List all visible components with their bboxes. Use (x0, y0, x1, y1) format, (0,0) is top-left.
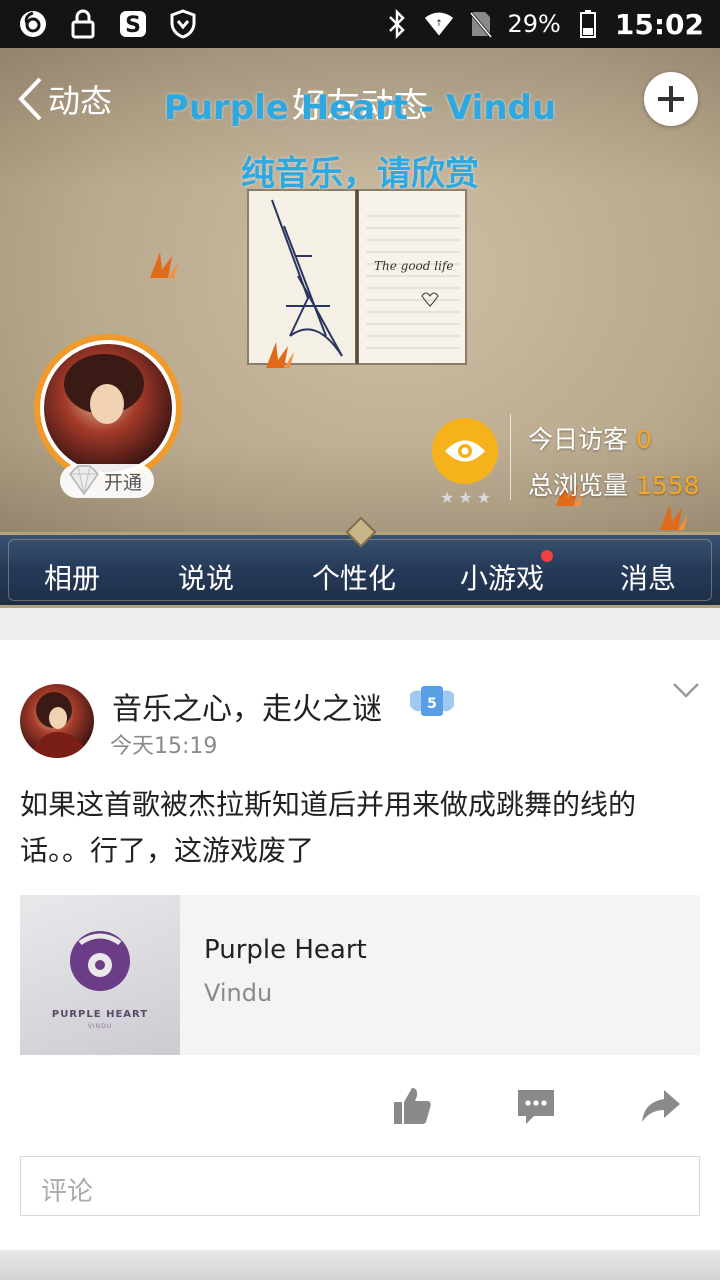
status-bar-left: S (18, 9, 198, 39)
tab-messages[interactable]: 消息 (620, 557, 676, 597)
music-artist: Vindu (204, 979, 273, 1007)
tab-album[interactable]: 相册 (44, 557, 100, 597)
visitors-today-label: 今日访客 (528, 425, 629, 454)
leaf-decoration (660, 504, 688, 530)
bluetooth-icon (382, 9, 412, 39)
shield-icon (168, 9, 198, 39)
visitors-today-value: 0 (635, 425, 652, 454)
no-sim-icon (466, 9, 496, 39)
visitor-button[interactable] (432, 418, 498, 484)
notification-dot (541, 550, 553, 562)
section-gap (0, 608, 720, 640)
eye-icon (445, 440, 485, 462)
notebook-text: The good life (374, 259, 454, 273)
post-text: 如果这首歌被杰拉斯知道后并用来做成跳舞的线的话。。行了，这游戏废了 (20, 788, 637, 867)
netease-music-icon (18, 9, 48, 39)
album-cover-title: PURPLE HEART (51, 1009, 149, 1020)
post-time: 今天15:19 (110, 734, 218, 759)
total-views-value: 1558 (635, 471, 700, 500)
post-author-name[interactable]: 音乐之心，走火之谜 (112, 684, 382, 728)
s-app-icon: S (118, 9, 148, 39)
music-share-card[interactable]: PURPLE HEART VINDU Purple Heart Vindu (20, 895, 700, 1055)
divider (510, 414, 511, 500)
comment-input[interactable]: 评论 (20, 1156, 700, 1216)
album-logo-icon (70, 931, 130, 991)
svg-text:5: 5 (427, 696, 437, 712)
next-post-preview (0, 1250, 720, 1280)
total-views-label: 总浏览量 (528, 471, 629, 500)
status-bar: S ↑ 29% 15:02 (0, 0, 720, 48)
avatar-face (90, 384, 124, 424)
svg-text:↑: ↑ (435, 19, 442, 29)
leaf-decoration (150, 252, 178, 278)
visitor-stars: ★★★ (440, 488, 496, 507)
vip-open-label: 开通 (104, 471, 143, 494)
music-title: Purple Heart (204, 935, 367, 965)
profile-avatar[interactable] (40, 340, 176, 476)
leaf-decoration (266, 342, 294, 368)
cover-caption: 纯音乐，请欣赏 (241, 154, 479, 194)
battery-percent: 29% (507, 10, 561, 38)
total-views[interactable]: 总浏览量 1558 (528, 466, 700, 502)
like-icon[interactable] (390, 1084, 434, 1128)
tab-talk[interactable]: 说说 (178, 557, 234, 597)
profile-tab-bar: 相册 说说 个性化 小游戏 消息 (0, 516, 720, 608)
cover-song-title: Purple Heart - Vindu (163, 88, 557, 128)
vip-open-button[interactable]: 开通 (60, 464, 155, 498)
feed-post: 音乐之心，走火之谜 5 今天15:19 如果这首歌被杰拉斯知道后并用来做成跳舞的… (0, 640, 720, 1250)
share-icon[interactable] (638, 1084, 682, 1128)
tab-mini-games[interactable]: 小游戏 (460, 557, 544, 597)
add-button[interactable] (644, 72, 698, 126)
avatar-art (30, 692, 90, 758)
level-badge-icon: 5 (410, 686, 454, 716)
chevron-down-icon[interactable] (670, 678, 702, 702)
visitors-today[interactable]: 今日访客 0 (528, 420, 652, 456)
comment-icon[interactable] (514, 1084, 558, 1128)
album-cover: PURPLE HEART VINDU (20, 895, 180, 1055)
wifi-icon: ↑ (424, 9, 454, 39)
battery-icon (573, 9, 603, 39)
tab-personalize[interactable]: 个性化 (312, 557, 396, 597)
lock-icon (68, 9, 98, 39)
clock: 15:02 (614, 7, 704, 41)
diamond-icon (69, 465, 99, 496)
plus-icon (658, 86, 684, 112)
post-author-avatar[interactable] (20, 684, 94, 758)
album-cover-artist: VINDU (87, 1023, 113, 1030)
status-bar-right: ↑ 29% 15:02 (382, 8, 704, 41)
svg-text:S: S (125, 13, 141, 38)
